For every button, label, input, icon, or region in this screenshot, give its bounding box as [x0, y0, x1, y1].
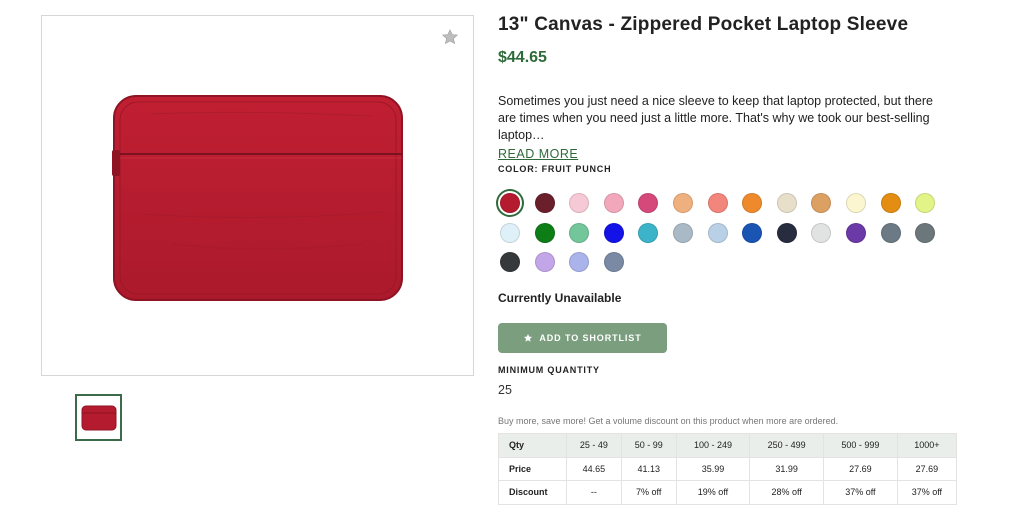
color-swatch[interactable]: [500, 193, 520, 213]
table-cell: 41.13: [620, 456, 677, 481]
color-swatch[interactable]: [846, 193, 866, 213]
table-cell: 250 - 499: [749, 433, 825, 458]
table-cell: 100 - 249: [675, 433, 751, 458]
table-cell: 7% off: [620, 480, 677, 505]
product-price: $44.65: [498, 49, 547, 66]
minimum-quantity-value: 25: [498, 383, 512, 397]
pricing-row-discount: Discount -- 7% off 19% off 28% off 37% o…: [498, 480, 958, 505]
table-cell: 25 - 49: [566, 433, 622, 458]
read-more-link[interactable]: READ MORE: [498, 146, 578, 163]
color-swatch[interactable]: [673, 223, 693, 243]
color-label: COLOR: FRUIT PUNCH: [498, 164, 612, 174]
table-cell: 37% off: [896, 480, 958, 505]
color-swatch[interactable]: [535, 223, 555, 243]
color-swatch[interactable]: [535, 252, 555, 272]
volume-discount-note: Buy more, save more! Get a volume discou…: [498, 416, 839, 426]
color-swatch[interactable]: [777, 223, 797, 243]
color-swatch[interactable]: [742, 223, 762, 243]
table-cell: 27.69: [896, 456, 958, 481]
color-swatch[interactable]: [915, 223, 935, 243]
color-swatch[interactable]: [604, 193, 624, 213]
table-cell: 27.69: [823, 456, 898, 481]
color-swatch[interactable]: [500, 223, 520, 243]
table-cell: 1000+: [896, 433, 958, 458]
color-swatch[interactable]: [604, 252, 624, 272]
color-swatch[interactable]: [535, 193, 555, 213]
color-swatch[interactable]: [881, 193, 901, 213]
pricing-table: Qty 25 - 49 50 - 99 100 - 249 250 - 499 …: [498, 433, 958, 505]
color-swatch[interactable]: [604, 223, 624, 243]
availability-status: Currently Unavailable: [498, 291, 622, 305]
table-cell: Discount: [498, 480, 567, 505]
table-cell: 19% off: [675, 480, 751, 505]
color-swatch[interactable]: [569, 193, 589, 213]
color-swatch[interactable]: [811, 223, 831, 243]
pricing-row-price: Price 44.65 41.13 35.99 31.99 27.69 27.6…: [498, 456, 958, 481]
color-swatch[interactable]: [673, 193, 693, 213]
table-cell: 31.99: [749, 456, 825, 481]
color-swatch[interactable]: [846, 223, 866, 243]
color-swatch[interactable]: [811, 193, 831, 213]
laptop-sleeve-image: [112, 95, 403, 301]
star-icon: [524, 334, 533, 342]
description-text: Sometimes you just need a nice sleeve to…: [498, 94, 933, 142]
product-title: 13" Canvas - Zippered Pocket Laptop Slee…: [498, 14, 909, 35]
color-swatch[interactable]: [708, 193, 728, 213]
color-swatch[interactable]: [638, 223, 658, 243]
table-cell: 28% off: [749, 480, 825, 505]
product-thumbnail[interactable]: [75, 394, 122, 441]
product-description: Sometimes you just need a nice sleeve to…: [498, 93, 953, 163]
table-cell: Price: [498, 456, 567, 481]
color-swatch[interactable]: [500, 252, 520, 272]
pricing-row-qty: Qty 25 - 49 50 - 99 100 - 249 250 - 499 …: [498, 433, 958, 458]
minimum-quantity-label: MINIMUM QUANTITY: [498, 365, 600, 375]
table-cell: 37% off: [823, 480, 898, 505]
table-cell: 44.65: [566, 456, 622, 481]
color-swatch[interactable]: [569, 252, 589, 272]
color-swatch[interactable]: [708, 223, 728, 243]
table-cell: 35.99: [675, 456, 751, 481]
color-swatch[interactable]: [742, 193, 762, 213]
color-swatch[interactable]: [569, 223, 589, 243]
color-swatch[interactable]: [915, 193, 935, 213]
favorite-star-icon[interactable]: [441, 28, 459, 46]
table-cell: 500 - 999: [823, 433, 898, 458]
product-main-image: [41, 15, 474, 376]
table-cell: 50 - 99: [620, 433, 677, 458]
color-swatch[interactable]: [881, 223, 901, 243]
color-swatch[interactable]: [638, 193, 658, 213]
table-cell: Qty: [498, 433, 567, 458]
shortlist-button-label: ADD TO SHORTLIST: [539, 333, 642, 343]
table-cell: --: [566, 480, 622, 505]
thumbnail-sleeve-image: [81, 405, 116, 430]
color-swatch[interactable]: [777, 193, 797, 213]
add-to-shortlist-button[interactable]: ADD TO SHORTLIST: [498, 323, 667, 353]
